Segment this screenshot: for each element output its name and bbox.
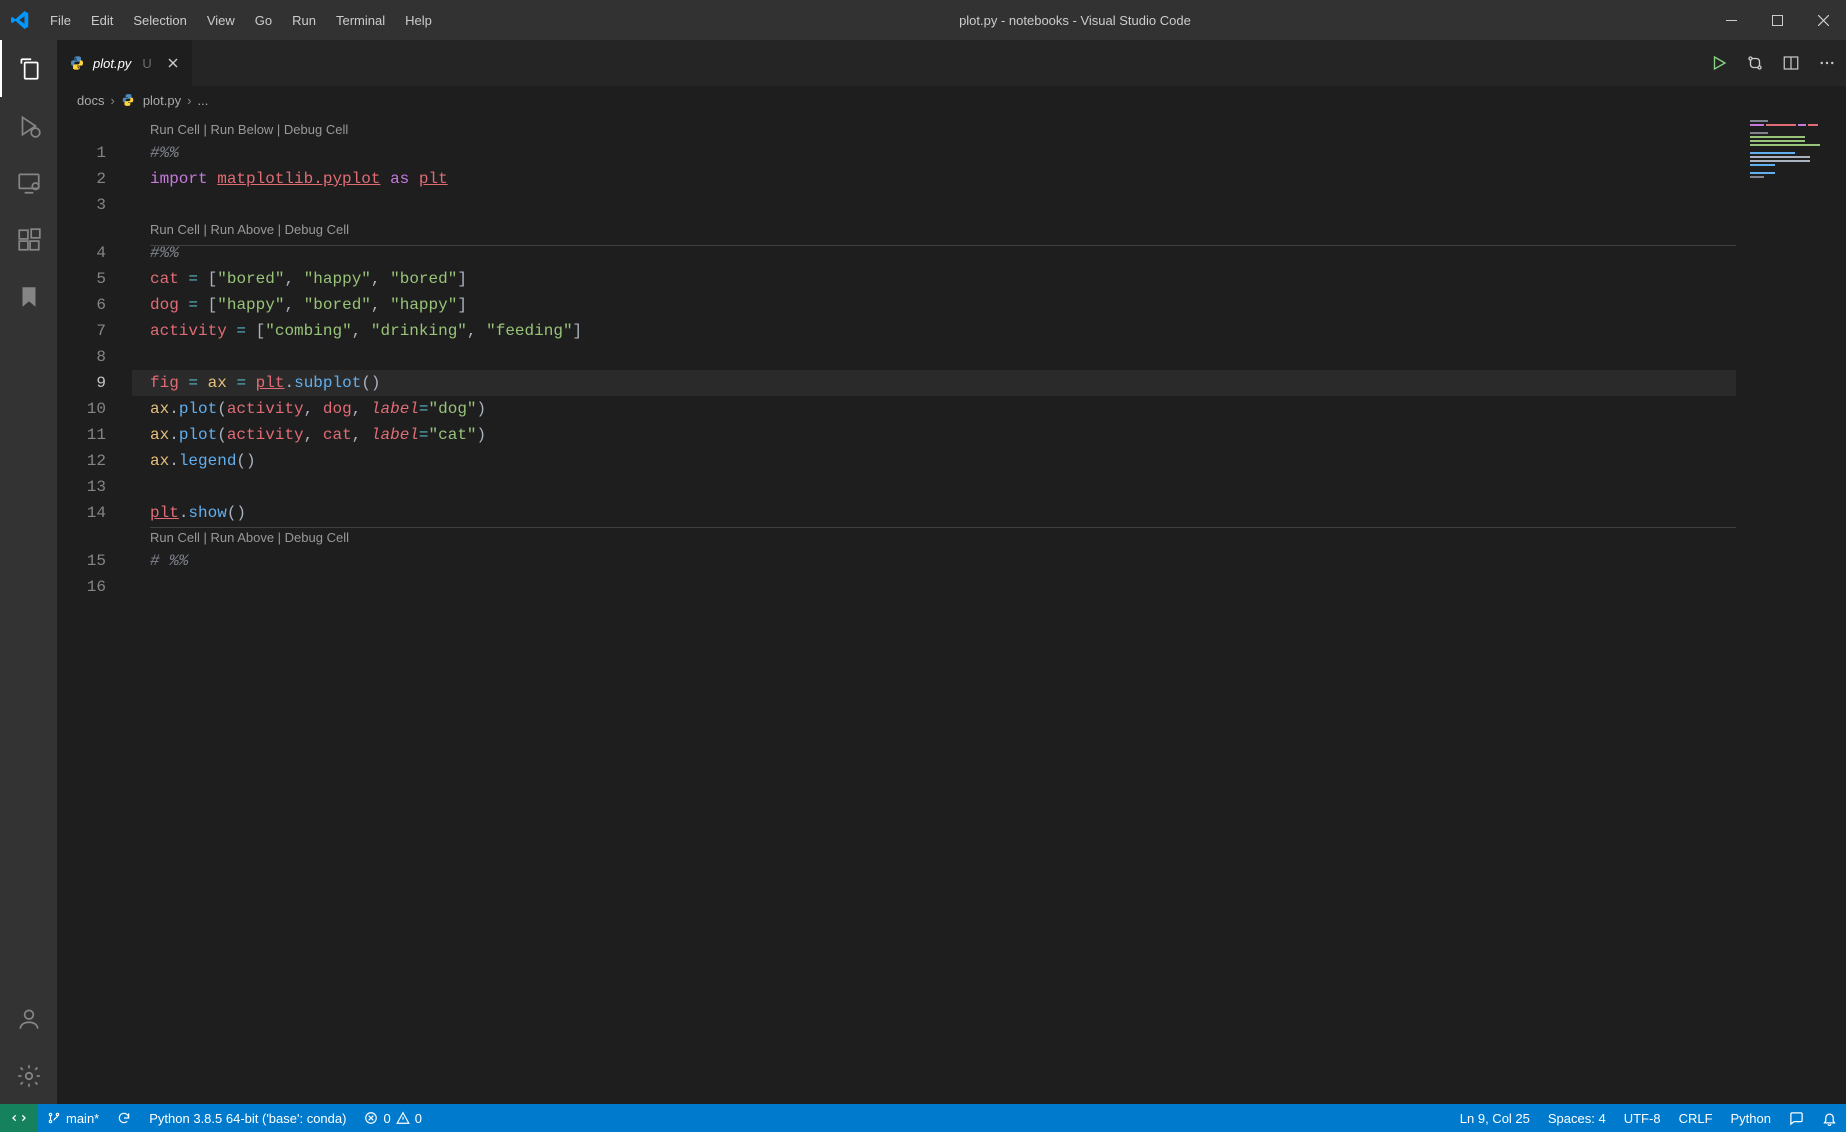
indentation[interactable]: Spaces: 4 — [1539, 1104, 1615, 1132]
breadcrumb-file[interactable]: plot.py — [121, 93, 181, 108]
settings-gear-icon[interactable] — [0, 1047, 57, 1104]
breadcrumb-docs[interactable]: docs — [77, 93, 104, 108]
breadcrumb-more[interactable]: ... — [197, 93, 208, 108]
remote-indicator[interactable] — [0, 1104, 38, 1132]
menu-view[interactable]: View — [197, 0, 245, 40]
python-file-icon — [69, 55, 85, 71]
accounts-icon[interactable] — [0, 990, 57, 1047]
extensions-icon[interactable] — [0, 211, 57, 268]
eol[interactable]: CRLF — [1670, 1104, 1722, 1132]
tab-modified-marker: U — [142, 56, 151, 71]
minimize-button[interactable] — [1708, 0, 1754, 40]
menu-selection[interactable]: Selection — [123, 0, 196, 40]
language-mode[interactable]: Python — [1722, 1104, 1780, 1132]
codelens-cell-3[interactable]: Run Cell | Run Above | Debug Cell — [132, 526, 1846, 548]
explorer-icon[interactable] — [0, 40, 57, 97]
menu-go[interactable]: Go — [245, 0, 282, 40]
vscode-icon — [0, 11, 40, 29]
more-actions-icon[interactable] — [1818, 54, 1836, 72]
menu-run[interactable]: Run — [282, 0, 326, 40]
notifications-icon[interactable] — [1813, 1104, 1846, 1132]
current-line: fig = ax = plt.subplot() — [132, 370, 1846, 396]
breadcrumb: docs › plot.py › ... — [57, 86, 1846, 114]
code-editor[interactable]: 1 2 3 4 5 6 7 8 9 10 11 12 13 14 15 16 — [57, 114, 1846, 1104]
split-editor-icon[interactable] — [1782, 54, 1800, 72]
window-title: plot.py - notebooks - Visual Studio Code — [442, 13, 1708, 28]
tab-close-icon[interactable] — [166, 56, 180, 70]
tab-plot-py[interactable]: plot.py U — [57, 40, 193, 86]
feedback-icon[interactable] — [1780, 1104, 1813, 1132]
window-controls — [1708, 0, 1846, 40]
maximize-button[interactable] — [1754, 0, 1800, 40]
remote-icon[interactable] — [0, 154, 57, 211]
codelens-cell-2[interactable]: Run Cell | Run Above | Debug Cell — [132, 218, 1846, 240]
line-number-gutter: 1 2 3 4 5 6 7 8 9 10 11 12 13 14 15 16 — [57, 114, 132, 1104]
git-compare-icon[interactable] — [1746, 54, 1764, 72]
tabs-row: plot.py U — [57, 40, 1846, 86]
editor-actions — [1710, 40, 1846, 86]
menu-bar: File Edit Selection View Go Run Terminal… — [40, 0, 442, 40]
run-file-icon[interactable] — [1710, 54, 1728, 72]
bookmark-icon[interactable] — [0, 268, 57, 325]
editor-group: plot.py U — [57, 40, 1846, 1104]
menu-help[interactable]: Help — [395, 0, 442, 40]
status-bar: main* Python 3.8.5 64-bit ('base': conda… — [0, 1104, 1846, 1132]
chevron-right-icon: › — [187, 93, 191, 108]
title-bar: File Edit Selection View Go Run Terminal… — [0, 0, 1846, 40]
menu-file[interactable]: File — [40, 0, 81, 40]
breadcrumb-file-label: plot.py — [143, 93, 181, 108]
problems[interactable]: 0 0 — [355, 1104, 430, 1132]
run-debug-icon[interactable] — [0, 97, 57, 154]
activity-bar — [0, 40, 57, 1104]
python-interpreter[interactable]: Python 3.8.5 64-bit ('base': conda) — [140, 1104, 355, 1132]
chevron-right-icon: › — [110, 93, 114, 108]
sync-icon[interactable] — [108, 1104, 140, 1132]
close-button[interactable] — [1800, 0, 1846, 40]
codelens-cell-1[interactable]: Run Cell | Run Below | Debug Cell — [132, 118, 1846, 140]
code-content[interactable]: Run Cell | Run Below | Debug Cell #%% im… — [132, 114, 1846, 1104]
encoding[interactable]: UTF-8 — [1615, 1104, 1670, 1132]
tab-label: plot.py — [93, 56, 131, 71]
git-branch[interactable]: main* — [38, 1104, 108, 1132]
minimap[interactable] — [1736, 114, 1846, 1104]
main-area: plot.py U — [0, 40, 1846, 1104]
menu-terminal[interactable]: Terminal — [326, 0, 395, 40]
cursor-position[interactable]: Ln 9, Col 25 — [1451, 1104, 1539, 1132]
menu-edit[interactable]: Edit — [81, 0, 123, 40]
